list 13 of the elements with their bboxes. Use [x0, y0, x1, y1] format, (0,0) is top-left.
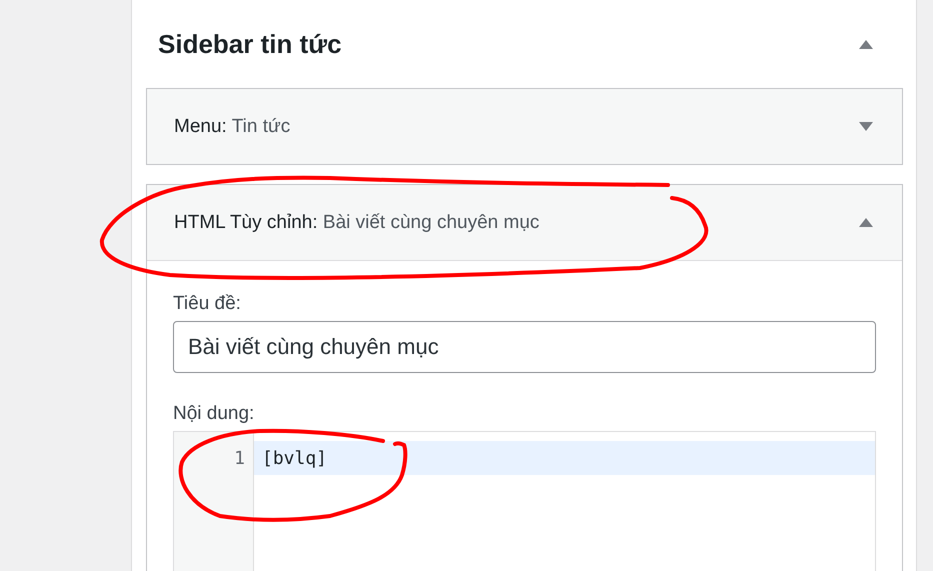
field-label: Tiêu đề:	[173, 293, 242, 315]
code-editor[interactable]: 1 [bvlq]	[173, 431, 876, 571]
line-number: 1	[233, 446, 246, 470]
collapse-arrow-icon[interactable]	[859, 40, 873, 48]
widget-title: HTML Tùy chỉnh: Bài viết cùng chuyên mục	[174, 212, 540, 234]
expand-arrow-icon[interactable]	[859, 122, 873, 131]
field-label: Nội dung:	[173, 403, 256, 425]
widget-header[interactable]: HTML Tùy chỉnh: Bài viết cùng chuyên mục	[147, 185, 902, 261]
widget-title: Menu: Tin tức	[174, 116, 290, 138]
title-input[interactable]: Bài viết cùng chuyên mục	[173, 321, 876, 373]
collapse-arrow-icon[interactable]	[859, 218, 873, 227]
sidebar-title: Sidebar tin tức	[158, 28, 342, 60]
widget-header[interactable]: Menu: Tin tức	[147, 89, 902, 164]
